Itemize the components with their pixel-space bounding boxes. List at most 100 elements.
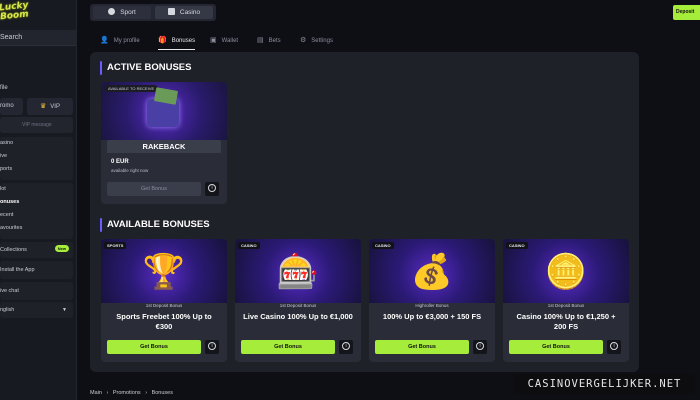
rakeback-title: RAKEBACK [107, 140, 221, 153]
promo-button[interactable]: romo [0, 98, 23, 115]
search-label: Search [0, 34, 23, 41]
rakeback-card: AVAILABLE TO RECEIVE RAKEBACK 0 EUR avai… [101, 82, 227, 204]
breadcrumb-promotions[interactable]: Promotions [113, 390, 141, 396]
rakeback-get-bonus-button[interactable]: Get Bonus [107, 182, 201, 196]
bets-icon: ▤ [257, 37, 264, 44]
tab-bets[interactable]: ▤ Bets [257, 32, 281, 50]
ball-icon [108, 8, 116, 15]
bonus-title: Live Casino 100% Up to €1,000 [243, 312, 353, 321]
bonus-type: 1st Deposit Bonus [145, 303, 183, 308]
profile-icon: 👤 [100, 37, 109, 44]
sidebar: Lucky Boom Search file romo ♛ VIP VIP mes… [0, 0, 77, 400]
breadcrumb-bonuses: Bonuses [151, 390, 173, 396]
sidebar-item-sports[interactable]: ports [0, 163, 73, 176]
deposit-button[interactable]: Deposit [673, 5, 700, 20]
rakeback-info-button[interactable]: i [205, 182, 219, 196]
category-tag: CASINO [238, 242, 260, 249]
roulette-cards-icon: 🎰 [276, 253, 320, 291]
info-button[interactable]: i [339, 340, 353, 354]
info-icon: i [208, 184, 216, 192]
bonus-image: CASINO 🎰 [235, 239, 361, 303]
cards-icon [167, 8, 175, 15]
tab-label: Bets [268, 38, 281, 44]
breadcrumb-separator: › [145, 390, 148, 396]
info-icon: i [342, 342, 350, 350]
bonus-title: Casino 100% Up to €1,250 + 200 FS [516, 312, 616, 331]
sidebar-group-games: lot onuses ecent avourites [0, 183, 73, 239]
sport-toggle[interactable]: Sport [93, 6, 151, 19]
tab-wallet[interactable]: ▣ Wallet [210, 32, 238, 50]
tab-bonuses[interactable]: 🎁 Bonuses [158, 32, 196, 50]
sidebar-item-recent[interactable]: ecent [0, 209, 73, 222]
category-tag: SPORTS [104, 242, 127, 249]
casino-label: Casino [179, 9, 201, 16]
chat-label: ive chat [0, 288, 19, 294]
gift-icon: 🎁 [158, 37, 167, 44]
tab-label: My profile [113, 38, 140, 44]
vip-message-input[interactable]: VIP message [0, 117, 73, 133]
info-button[interactable]: i [205, 340, 219, 354]
get-bonus-button[interactable]: Get Bonus [241, 340, 335, 354]
rakeback-amount: 0 EUR [111, 159, 129, 165]
profile-tabs: 👤 My profile 🎁 Bonuses ▣ Wallet ▤ Bets ⚙ Sett… [90, 32, 636, 50]
crown-icon: ♛ [40, 103, 47, 110]
brand-logo[interactable]: Lucky Boom [0, 0, 47, 30]
bonus-card-highroller: CASINO 💰 Highroller Bonus 100% Up to €3,… [369, 239, 495, 362]
money-bag-icon: 💰 [410, 253, 454, 291]
active-bonuses-heading: ACTIVE BONUSES [100, 61, 191, 75]
sport-casino-switch: Sport Casino [90, 4, 216, 21]
info-icon: i [208, 342, 216, 350]
vip-label: VIP [50, 104, 60, 110]
tab-label: Wallet [221, 38, 239, 44]
tab-settings[interactable]: ⚙ Settings [300, 32, 333, 50]
gear-icon: ⚙ [300, 37, 307, 44]
bonus-card-sports: SPORTS 🏆 1st Deposit Bonus Sports Freebe… [101, 239, 227, 362]
info-icon: i [610, 342, 618, 350]
sidebar-item-live[interactable]: ive [0, 150, 73, 163]
info-icon: i [476, 342, 484, 350]
sidebar-item-chat[interactable]: ive chat [0, 282, 73, 300]
info-button[interactable]: i [473, 340, 487, 354]
breadcrumb-main[interactable]: Main [90, 390, 102, 396]
breadcrumb-separator: › [106, 390, 109, 396]
available-bonuses-heading: AVAILABLE BONUSES [100, 218, 210, 232]
info-button[interactable]: i [607, 340, 621, 354]
language-select[interactable]: nglish ▼ [0, 302, 73, 318]
bonus-image: SPORTS 🏆 [101, 239, 227, 303]
sidebar-item-collections[interactable]: Collections New [0, 242, 73, 258]
bonuses-panel: ACTIVE BONUSES AVAILABLE TO RECEIVE RAKE… [90, 52, 639, 372]
trophy-icon: 🏆 [142, 253, 186, 291]
breadcrumb: Main › Promotions › Bonuses [90, 390, 176, 396]
sport-label: Sport [120, 9, 136, 16]
get-bonus-button[interactable]: Get Bonus [509, 340, 603, 354]
bonus-title: Sports Freebet 100% Up to €300 [116, 312, 212, 331]
bonus-title: 100% Up to €3,000 + 150 FS [382, 312, 482, 321]
rakeback-subtext: available right now [111, 168, 149, 173]
install-label: Install the App [0, 267, 35, 273]
new-badge: New [54, 245, 69, 252]
search-field[interactable]: Search [0, 30, 76, 46]
tab-label: Settings [311, 38, 333, 44]
bonus-image: CASINO 🪙 [503, 239, 629, 303]
get-bonus-button[interactable]: Get Bonus [375, 340, 469, 354]
get-bonus-button[interactable]: Get Bonus [107, 340, 201, 354]
rakeback-image: AVAILABLE TO RECEIVE [101, 82, 227, 140]
sidebar-group-main: asino ive ports [0, 137, 73, 180]
chevron-down-icon: ▼ [62, 307, 67, 313]
sidebar-item-casino[interactable]: asino [0, 137, 73, 150]
bonus-type: 1st Deposit Bonus [279, 303, 317, 308]
sidebar-item-install[interactable]: Install the App [0, 261, 73, 279]
bonus-type: Highroller Bonus [415, 303, 449, 308]
vip-button[interactable]: ♛ VIP [27, 98, 73, 115]
bonus-card-live-casino: CASINO 🎰 1st Deposit Bonus Live Casino 1… [235, 239, 361, 362]
logo-line-2: Boom [0, 9, 30, 23]
bonus-type: 1st Deposit Bonus [547, 303, 585, 308]
tab-my-profile[interactable]: 👤 My profile [100, 32, 140, 50]
sidebar-item-favourites[interactable]: avourites [0, 222, 73, 235]
sidebar-item-slot[interactable]: lot [0, 183, 73, 196]
available-badge: AVAILABLE TO RECEIVE [104, 85, 159, 92]
profile-label: file [0, 85, 8, 91]
sidebar-item-bonuses[interactable]: onuses [0, 196, 73, 209]
casino-toggle[interactable]: Casino [155, 6, 213, 19]
wallet-icon: ▣ [210, 37, 217, 44]
